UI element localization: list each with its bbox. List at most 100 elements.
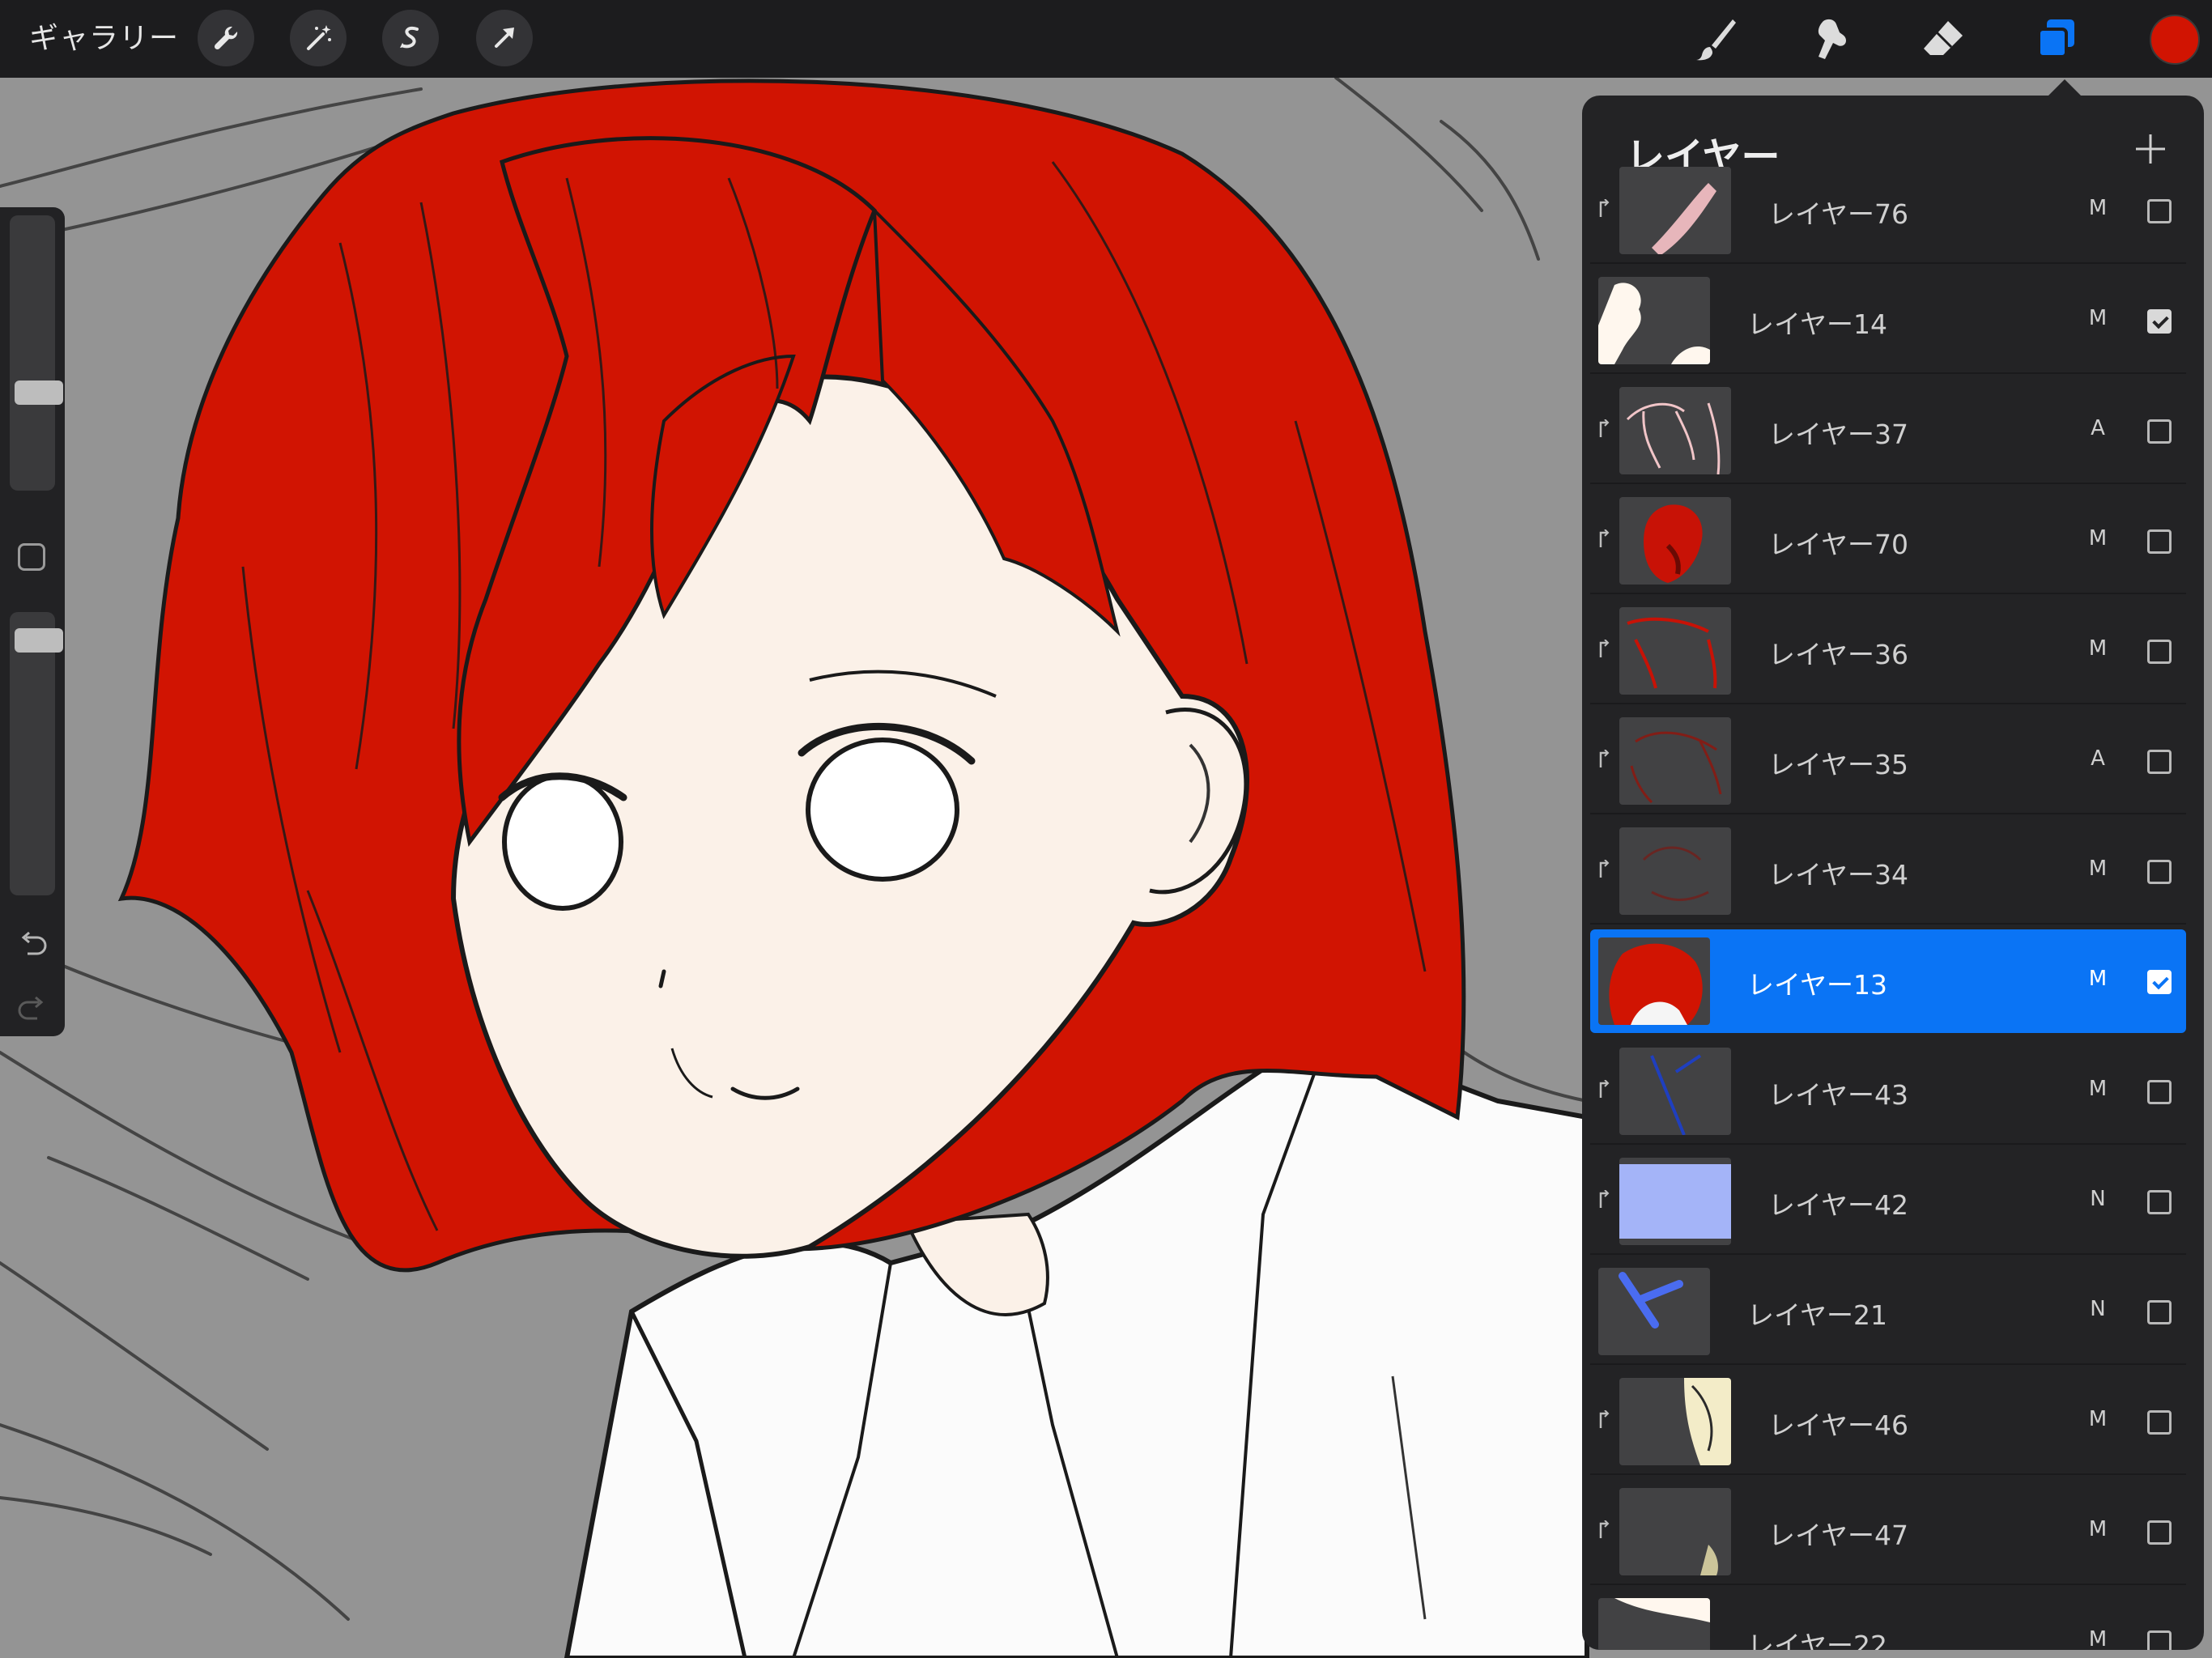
blend-mode-button[interactable]: M bbox=[2082, 967, 2114, 991]
layer-visibility-checkbox[interactable] bbox=[2147, 1080, 2172, 1104]
layer-thumbnail[interactable] bbox=[1598, 1268, 1710, 1355]
layer-thumbnail[interactable] bbox=[1598, 1598, 1710, 1650]
layer-thumbnail[interactable] bbox=[1619, 1488, 1731, 1575]
blend-mode-button[interactable]: M bbox=[2082, 196, 2114, 220]
adjustments-button[interactable] bbox=[290, 10, 347, 66]
blend-mode-button[interactable]: M bbox=[2082, 306, 2114, 330]
clipping-mask-icon bbox=[1598, 419, 1610, 437]
layer-row[interactable]: レイヤー76 M bbox=[1590, 159, 2186, 264]
layer-visibility-checkbox[interactable] bbox=[2147, 419, 2172, 444]
left-sidebar bbox=[0, 207, 65, 1036]
layers-icon bbox=[2037, 19, 2074, 58]
opacity-thumb[interactable] bbox=[15, 628, 63, 653]
clipping-mask-icon bbox=[1598, 1189, 1610, 1208]
layer-row[interactable]: レイヤー37 A bbox=[1590, 379, 2186, 484]
opacity-slider[interactable] bbox=[10, 612, 63, 895]
layer-thumbnail[interactable] bbox=[1619, 497, 1731, 585]
undo-button[interactable] bbox=[15, 926, 50, 962]
layers-tool-button[interactable] bbox=[2029, 11, 2084, 66]
transform-arrow-icon bbox=[495, 28, 514, 48]
undo-icon bbox=[21, 931, 47, 955]
layer-row[interactable]: レイヤー42 N bbox=[1590, 1150, 2186, 1255]
layer-visibility-checkbox[interactable] bbox=[2147, 1300, 2172, 1324]
layer-row[interactable]: レイヤー14 M bbox=[1590, 269, 2186, 374]
layer-name: レイヤー21 bbox=[1747, 1299, 1888, 1331]
layer-visibility-checkbox[interactable] bbox=[2147, 529, 2172, 554]
blend-mode-button[interactable]: M bbox=[2082, 1517, 2114, 1541]
eraser-icon bbox=[1924, 21, 1963, 55]
layer-thumbnail[interactable] bbox=[1598, 937, 1710, 1025]
redo-button[interactable] bbox=[15, 991, 50, 1027]
clipping-mask-icon bbox=[1598, 529, 1610, 547]
blend-mode-button[interactable]: M bbox=[2082, 1407, 2114, 1431]
layer-row[interactable]: レイヤー35 A bbox=[1590, 709, 2186, 814]
selection-button[interactable] bbox=[382, 10, 439, 66]
blend-mode-button[interactable]: N bbox=[2082, 1187, 2114, 1211]
layer-name: レイヤー42 bbox=[1768, 1189, 1909, 1221]
layer-thumbnail[interactable] bbox=[1619, 387, 1731, 474]
layer-thumbnail[interactable] bbox=[1619, 607, 1731, 695]
brush-icon bbox=[1696, 19, 1736, 61]
clipping-mask-icon bbox=[1598, 749, 1610, 767]
layer-name: レイヤー35 bbox=[1768, 749, 1909, 780]
brush-size-slider[interactable] bbox=[10, 215, 63, 491]
layer-visibility-checkbox[interactable] bbox=[2147, 199, 2172, 223]
layer-visibility-checkbox[interactable] bbox=[2147, 1630, 2172, 1650]
layer-row[interactable]: レイヤー13 M bbox=[1590, 929, 2186, 1033]
clipping-mask-icon bbox=[1598, 1520, 1610, 1538]
layer-row[interactable]: レイヤー70 M bbox=[1590, 489, 2186, 594]
layer-row[interactable]: レイヤー47 M bbox=[1590, 1480, 2186, 1585]
layer-thumbnail[interactable] bbox=[1598, 277, 1710, 364]
layer-thumbnail[interactable] bbox=[1619, 1378, 1731, 1465]
layer-thumbnail[interactable] bbox=[1619, 1048, 1731, 1135]
layer-name: レイヤー14 bbox=[1747, 308, 1888, 340]
layer-row[interactable]: レイヤー46 M bbox=[1590, 1370, 2186, 1475]
panel-pointer bbox=[2047, 79, 2082, 97]
selection-icon bbox=[400, 26, 419, 49]
eraser-tool-button[interactable] bbox=[1916, 11, 1971, 66]
top-toolbar: ギャラリー bbox=[0, 0, 2212, 78]
blend-mode-button[interactable]: M bbox=[2082, 857, 2114, 881]
layer-visibility-checkbox[interactable] bbox=[2147, 640, 2172, 664]
brush-tool-button[interactable] bbox=[1689, 11, 1744, 66]
wrench-icon bbox=[214, 26, 238, 50]
blend-mode-button[interactable]: M bbox=[2082, 1077, 2114, 1101]
layer-visibility-checkbox[interactable] bbox=[2147, 860, 2172, 884]
clipping-mask-icon bbox=[1598, 198, 1610, 217]
blend-mode-button[interactable]: N bbox=[2082, 1297, 2114, 1321]
layer-thumbnail[interactable] bbox=[1619, 1158, 1731, 1245]
transform-button[interactable] bbox=[476, 10, 533, 66]
layers-panel: レイヤー レイヤー76 M レイヤー14 M レイヤー37 A レイヤー70 M レイヤー36 M… bbox=[1582, 96, 2204, 1650]
layer-name: レイヤー13 bbox=[1747, 969, 1888, 1001]
smudge-tool-button[interactable] bbox=[1802, 11, 1857, 66]
layer-visibility-checkbox[interactable] bbox=[2147, 970, 2172, 994]
layer-visibility-checkbox[interactable] bbox=[2147, 750, 2172, 774]
gallery-button[interactable]: ギャラリー bbox=[29, 15, 179, 63]
layer-row[interactable]: レイヤー34 M bbox=[1590, 819, 2186, 925]
layer-row[interactable]: レイヤー22 M bbox=[1590, 1590, 2186, 1650]
blend-mode-button[interactable]: M bbox=[2082, 636, 2114, 661]
layer-thumbnail[interactable] bbox=[1619, 167, 1731, 254]
layer-name: レイヤー46 bbox=[1768, 1409, 1909, 1441]
layer-visibility-checkbox[interactable] bbox=[2147, 309, 2172, 334]
layer-name: レイヤー76 bbox=[1768, 198, 1909, 230]
blend-mode-button[interactable]: A bbox=[2082, 416, 2114, 440]
actions-button[interactable] bbox=[198, 10, 254, 66]
blend-mode-button[interactable]: M bbox=[2082, 526, 2114, 551]
color-picker-swatch[interactable] bbox=[2150, 15, 2200, 65]
layer-visibility-checkbox[interactable] bbox=[2147, 1520, 2172, 1545]
layer-visibility-checkbox[interactable] bbox=[2147, 1410, 2172, 1435]
layer-row[interactable]: レイヤー43 M bbox=[1590, 1039, 2186, 1145]
layer-name: レイヤー22 bbox=[1747, 1630, 1888, 1650]
layer-visibility-checkbox[interactable] bbox=[2147, 1190, 2172, 1214]
layer-row[interactable]: レイヤー36 M bbox=[1590, 599, 2186, 704]
blend-mode-button[interactable]: A bbox=[2082, 746, 2114, 771]
layer-row[interactable]: レイヤー21 N bbox=[1590, 1260, 2186, 1365]
layer-thumbnail[interactable] bbox=[1619, 827, 1731, 915]
layer-name: レイヤー36 bbox=[1768, 639, 1909, 670]
square-modify-icon[interactable] bbox=[18, 543, 45, 571]
layer-name: レイヤー47 bbox=[1768, 1520, 1909, 1551]
blend-mode-button[interactable]: M bbox=[2082, 1627, 2114, 1650]
brush-size-thumb[interactable] bbox=[15, 380, 63, 405]
layer-thumbnail[interactable] bbox=[1619, 717, 1731, 805]
